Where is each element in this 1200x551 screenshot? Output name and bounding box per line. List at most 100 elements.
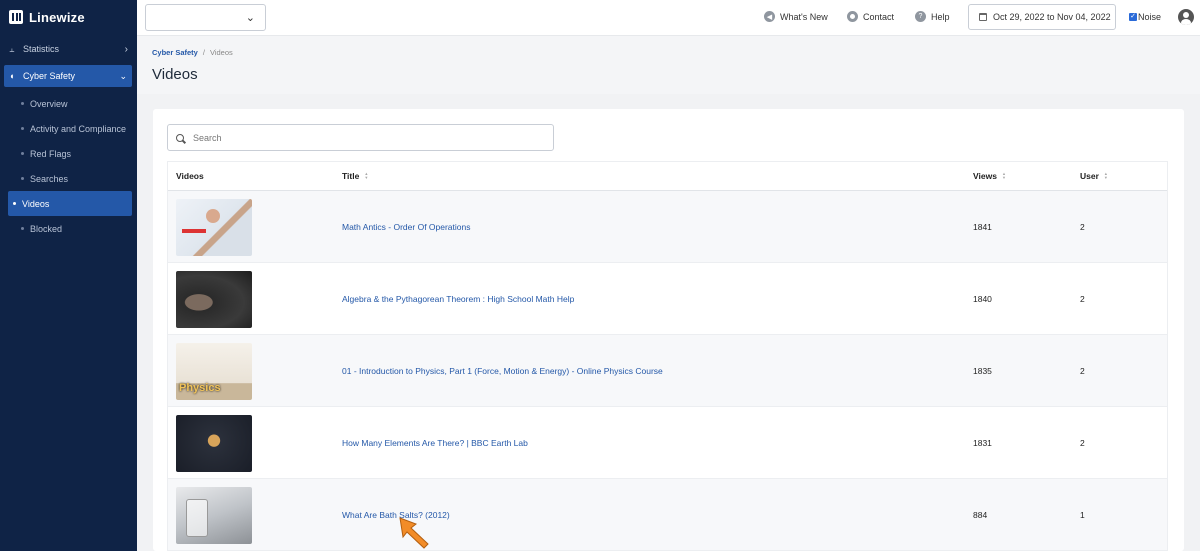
col-user-label: User bbox=[1080, 171, 1099, 181]
table-row: What Are Bath Salts? (2012) 884 1 bbox=[168, 479, 1167, 551]
user-value: 2 bbox=[1080, 438, 1085, 448]
sidebar-item-red-flags[interactable]: Red Flags bbox=[8, 141, 132, 166]
bullet-icon bbox=[21, 152, 24, 155]
whats-new-link[interactable]: ◀ What's New bbox=[764, 11, 828, 22]
video-title-link[interactable]: 01 - Introduction to Physics, Part 1 (Fo… bbox=[342, 366, 663, 376]
megaphone-icon: ◀ bbox=[764, 11, 775, 22]
video-title-link[interactable]: What Are Bath Salts? (2012) bbox=[342, 510, 450, 520]
video-thumbnail[interactable] bbox=[176, 486, 252, 544]
sidebar-item-activity-and-compliance[interactable]: Activity and Compliance bbox=[8, 116, 132, 141]
col-title[interactable]: Title ▲ ▼ bbox=[342, 171, 368, 181]
breadcrumb-separator: / bbox=[202, 48, 205, 57]
sort-icon: ▲ ▼ bbox=[364, 171, 369, 180]
breadcrumb: Cyber Safety / Videos bbox=[152, 48, 233, 57]
breadcrumb-current: Videos bbox=[209, 48, 233, 57]
bullet-icon bbox=[13, 202, 16, 205]
col-videos: Videos bbox=[176, 171, 204, 181]
videos-card: Videos Title ▲▼ Views ▲▼ User ▲▼ Math Antic… bbox=[153, 109, 1184, 551]
whats-new-label: What's New bbox=[780, 11, 828, 22]
chevron-down-icon: ⌄ bbox=[245, 12, 255, 24]
search-input[interactable] bbox=[193, 132, 533, 143]
bullet-icon bbox=[21, 102, 24, 105]
sidebar-sub-list: Overview Activity and Compliance Red Fla… bbox=[0, 91, 137, 241]
user-value: 2 bbox=[1080, 366, 1085, 376]
date-range-label: Oct 29, 2022 to Nov 04, 2022 bbox=[993, 12, 1111, 22]
sort-icon: ▲ ▼ bbox=[1103, 171, 1108, 180]
noise-checkbox[interactable]: ✓ bbox=[1129, 13, 1137, 21]
sidebar-item-searches[interactable]: Searches bbox=[8, 166, 132, 191]
views-value: 1840 bbox=[973, 294, 992, 304]
video-thumbnail[interactable] bbox=[176, 270, 252, 328]
help-label: Help bbox=[931, 11, 950, 22]
sidebar-item-label: Overview bbox=[30, 98, 68, 109]
calendar-icon bbox=[979, 13, 987, 21]
noise-label: Noise bbox=[1138, 12, 1162, 22]
sidebar-group-label: Cyber Safety bbox=[23, 71, 76, 81]
table-header: Videos Title ▲ ▼ Views ▲ ▼ User ▲ ▼ bbox=[168, 162, 1167, 191]
page-header: Cyber Safety / Videos Videos bbox=[137, 36, 1200, 94]
sidebar-item-label: Searches bbox=[30, 173, 69, 184]
col-user[interactable]: User ▲ ▼ bbox=[1080, 171, 1108, 181]
views-value: 1835 bbox=[973, 366, 992, 376]
pointer-arrow-icon bbox=[399, 517, 429, 549]
table-body: Math Antics - Order Of Operations 1841 2… bbox=[168, 191, 1167, 551]
views-value: 884 bbox=[973, 510, 988, 520]
bullet-icon bbox=[21, 227, 24, 230]
user-avatar-icon[interactable] bbox=[1178, 9, 1194, 25]
bullet-icon bbox=[21, 177, 24, 180]
noise-toggle[interactable]: ✓ Noise bbox=[1129, 12, 1161, 22]
breadcrumb-cyber-safety[interactable]: Cyber Safety bbox=[152, 48, 198, 57]
user-value: 2 bbox=[1080, 294, 1085, 304]
sidebar-item-label: Activity and Compliance bbox=[30, 123, 127, 134]
sidebar: Linewize ⫠ Statistics › ◖ Cyber Safety ⌄… bbox=[0, 0, 137, 551]
videos-table: Videos Title ▲ ▼ Views ▲ ▼ User ▲ ▼ Math Antic… bbox=[167, 161, 1168, 551]
help-link[interactable]: ? Help bbox=[915, 11, 950, 22]
date-range-picker[interactable]: Oct 29, 2022 to Nov 04, 2022 bbox=[968, 4, 1116, 30]
sidebar-item-overview[interactable]: Overview bbox=[8, 91, 132, 116]
video-title-link[interactable]: Algebra & the Pythagorean Theorem : High… bbox=[342, 294, 574, 304]
lifebuoy-icon bbox=[847, 11, 858, 22]
user-value: 1 bbox=[1080, 510, 1085, 520]
table-row: Algebra & the Pythagorean Theorem : High… bbox=[168, 263, 1167, 335]
topbar: ⌄ ◀ What's New Contact ? Help Oct 29, 20… bbox=[137, 0, 1200, 36]
school-selector[interactable]: ⌄ bbox=[145, 4, 266, 31]
sort-icon: ▲ ▼ bbox=[1001, 171, 1006, 180]
views-value: 1831 bbox=[973, 438, 992, 448]
video-title-link[interactable]: How Many Elements Are There? | BBC Earth… bbox=[342, 438, 528, 448]
col-title-label: Title bbox=[342, 171, 360, 181]
chevron-right-icon: › bbox=[124, 43, 128, 55]
brand-name: Linewize bbox=[29, 9, 85, 25]
table-row: Math Antics - Order Of Operations 1841 2 bbox=[168, 191, 1167, 263]
contact-label: Contact bbox=[863, 11, 895, 22]
video-thumbnail[interactable] bbox=[176, 198, 252, 256]
bullet-icon bbox=[21, 127, 24, 130]
brand[interactable]: Linewize bbox=[0, 0, 137, 34]
linewize-logo-icon bbox=[9, 10, 23, 24]
chart-icon: ⫠ bbox=[9, 43, 15, 54]
chevron-down-icon: ⌄ bbox=[119, 70, 127, 81]
video-thumbnail[interactable] bbox=[176, 414, 252, 472]
sidebar-item-blocked[interactable]: Blocked bbox=[8, 216, 132, 241]
sidebar-group-label: Statistics bbox=[23, 44, 60, 54]
sidebar-group-cyber-safety[interactable]: ◖ Cyber Safety ⌄ bbox=[4, 65, 132, 87]
search-box[interactable] bbox=[167, 124, 554, 151]
sidebar-item-label: Red Flags bbox=[30, 148, 72, 159]
sidebar-item-label: Blocked bbox=[30, 223, 63, 234]
col-views-label: Views bbox=[973, 171, 997, 181]
sidebar-item-label: Videos bbox=[22, 198, 50, 209]
views-value: 1841 bbox=[973, 222, 992, 232]
sidebar-item-videos[interactable]: Videos bbox=[8, 191, 132, 216]
page-title: Videos bbox=[152, 66, 198, 83]
help-icon: ? bbox=[915, 11, 926, 22]
video-title-link[interactable]: Math Antics - Order Of Operations bbox=[342, 222, 471, 232]
table-row: How Many Elements Are There? | BBC Earth… bbox=[168, 407, 1167, 479]
shield-icon: ◖ bbox=[9, 71, 15, 81]
user-value: 2 bbox=[1080, 222, 1085, 232]
col-views[interactable]: Views ▲ ▼ bbox=[973, 171, 1006, 181]
video-thumbnail[interactable] bbox=[176, 342, 252, 400]
search-icon bbox=[176, 133, 184, 142]
sidebar-group-statistics[interactable]: ⫠ Statistics › bbox=[0, 36, 137, 62]
col-videos-label: Videos bbox=[176, 171, 204, 181]
contact-link[interactable]: Contact bbox=[847, 11, 894, 22]
table-row: 01 - Introduction to Physics, Part 1 (Fo… bbox=[168, 335, 1167, 407]
